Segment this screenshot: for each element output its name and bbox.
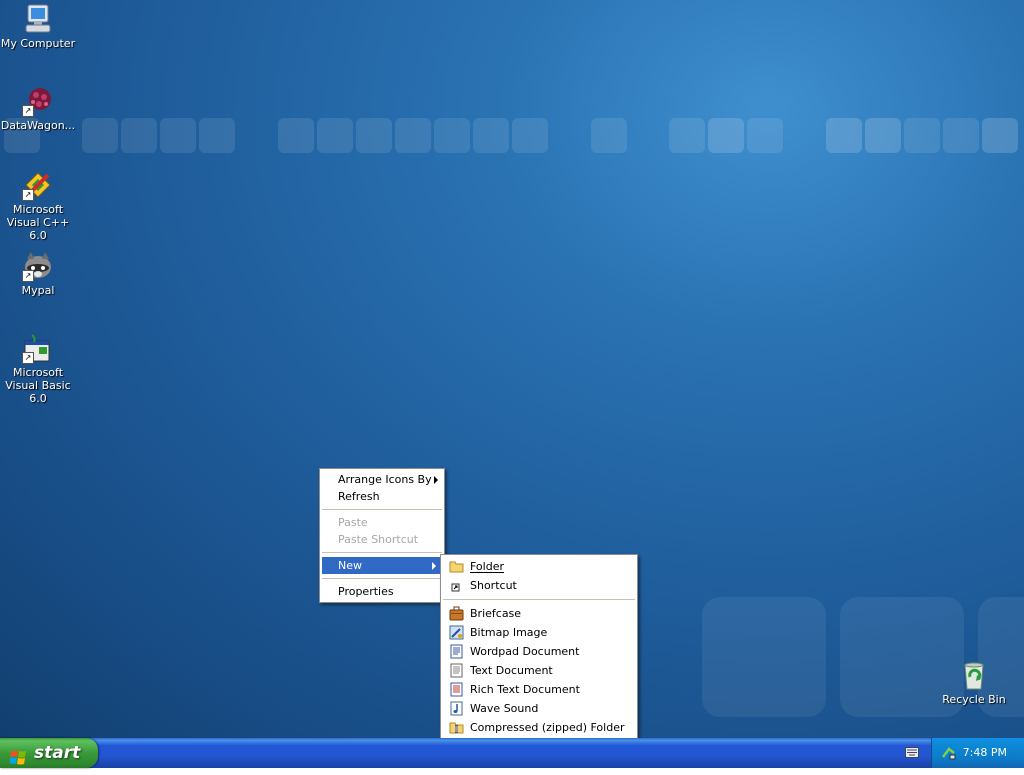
menu-item-label: Refresh [338, 490, 380, 503]
bitmap-icon [449, 625, 464, 640]
shortcut-arrow-icon: ↗ [22, 189, 34, 201]
desktop-icon-label: My Computer [0, 37, 76, 50]
wallpaper-tile [826, 118, 862, 153]
new-item-label: Rich Text Document [470, 683, 580, 696]
wallpaper-tile [356, 118, 392, 153]
new-item-text-document[interactable]: Text Document [441, 661, 637, 680]
keyboard-icon[interactable] [905, 747, 919, 758]
new-item-label: Folder [470, 560, 504, 573]
desktop-icon-recycle-bin[interactable]: Recycle Bin [936, 659, 1012, 706]
new-item-label: Compressed (zipped) Folder [470, 721, 625, 734]
new-item-rich-text-document[interactable]: Rich Text Document [441, 680, 637, 699]
new-item-wave-sound[interactable]: Wave Sound [441, 699, 637, 718]
wallpaper-tile [669, 118, 705, 153]
desktop-icon-datawagon[interactable]: ↗ DataWagon... [0, 85, 76, 132]
recycle-bin-icon [958, 659, 990, 691]
menu-item-label: Paste [338, 516, 368, 529]
submenu-arrow-icon [432, 562, 436, 570]
zip-folder-icon [449, 720, 464, 735]
safely-remove-hardware-icon[interactable] [941, 745, 957, 761]
wallpaper-tile [865, 118, 901, 153]
desktop-icon-label: Microsoft Visual C++ 6.0 [6, 203, 70, 242]
wallpaper-tile [904, 118, 940, 153]
wallpaper-tile [317, 118, 353, 153]
wallpaper-tile [160, 118, 196, 153]
submenu-arrow-icon [434, 476, 438, 484]
wallpaper-tile [395, 118, 431, 153]
wallpaper-tile [702, 597, 826, 717]
desktop-icon-label: Recycle Bin [942, 693, 1006, 706]
shortcut-arrow-icon: ↗ [22, 270, 34, 282]
menu-separator [322, 578, 442, 579]
wallpaper-tile [434, 118, 470, 153]
new-item-shortcut[interactable]: Shortcut [441, 576, 637, 595]
windows-flag-icon [9, 745, 27, 765]
rich-text-icon [449, 682, 464, 697]
datawagon-icon: ↗ [22, 85, 54, 117]
wallpaper-tile [121, 118, 157, 153]
wallpaper-tile [473, 118, 509, 153]
text-document-icon [449, 663, 464, 678]
my-computer-icon [22, 3, 54, 35]
menu-separator [443, 599, 635, 600]
new-item-label: Text Document [470, 664, 553, 677]
wallpaper-tile [82, 118, 118, 153]
menu-item-label: Arrange Icons By [338, 473, 432, 486]
menu-item-new[interactable]: New [322, 557, 442, 574]
menu-separator [322, 552, 442, 553]
menu-item-arrange-icons-by[interactable]: Arrange Icons By [320, 471, 444, 488]
new-item-bitmap-image[interactable]: Bitmap Image [441, 623, 637, 642]
desktop-icon-visual-basic[interactable]: ↗ Microsoft Visual Basic 6.0 [0, 332, 76, 405]
new-item-label: Shortcut [470, 579, 517, 592]
shortcut-icon [449, 578, 464, 593]
wallpaper-tile [747, 118, 783, 153]
clock[interactable]: 7:48 PM [963, 746, 1007, 759]
menu-item-label: New [338, 559, 362, 572]
menu-item-label: Paste Shortcut [338, 533, 419, 546]
desktop-icon-my-computer[interactable]: My Computer [0, 3, 76, 50]
desktop-icon-label: DataWagon... [0, 119, 76, 132]
wallpaper-tile [708, 118, 744, 153]
desktop-icon-mypal[interactable]: ↗ Mypal [0, 250, 76, 297]
wave-sound-icon [449, 701, 464, 716]
new-item-wordpad-document[interactable]: Wordpad Document [441, 642, 637, 661]
menu-item-properties[interactable]: Properties [320, 583, 444, 600]
new-item-briefcase[interactable]: Briefcase [441, 604, 637, 623]
new-item-label: Wordpad Document [470, 645, 580, 658]
system-tray: 7:48 PM [931, 738, 1024, 768]
new-item-label: Wave Sound [470, 702, 539, 715]
wordpad-icon [449, 644, 464, 659]
wallpaper-tile [982, 118, 1018, 153]
menu-separator [322, 509, 442, 510]
mypal-raccoon-icon: ↗ [22, 250, 54, 282]
menu-item-label: Properties [338, 585, 394, 598]
folder-icon [449, 559, 464, 574]
briefcase-icon [449, 606, 464, 621]
desktop-icon-label: Mypal [21, 284, 55, 297]
shortcut-arrow-icon: ↗ [22, 352, 34, 364]
new-item-label: Briefcase [470, 607, 522, 620]
wallpaper-tile [943, 118, 979, 153]
start-label: start [34, 743, 81, 763]
visual-basic-icon: ↗ [22, 332, 54, 364]
menu-item-paste: Paste [320, 514, 444, 531]
new-item-compressed-folder[interactable]: Compressed (zipped) Folder [441, 718, 637, 737]
wallpaper-tile [591, 118, 627, 153]
new-submenu: Folder Shortcut Briefcase Bitmap Image W… [440, 554, 638, 738]
desktop-icon-label: Microsoft Visual Basic 6.0 [5, 366, 71, 405]
menu-item-paste-shortcut: Paste Shortcut [320, 531, 444, 548]
wallpaper-tile [512, 118, 548, 153]
shortcut-arrow-icon: ↗ [22, 105, 34, 117]
new-item-label: Bitmap Image [470, 626, 548, 639]
desktop-context-menu: Arrange Icons By Refresh Paste Paste Sho… [319, 468, 445, 603]
wallpaper-tile [278, 118, 314, 153]
new-item-folder[interactable]: Folder [441, 557, 637, 576]
wallpaper-tile [199, 118, 235, 153]
desktop-icon-visual-cpp[interactable]: ↗ Microsoft Visual C++ 6.0 [0, 169, 76, 242]
menu-item-refresh[interactable]: Refresh [320, 488, 444, 505]
start-button[interactable]: start [0, 738, 98, 768]
visual-cpp-icon: ↗ [22, 169, 54, 201]
desktop[interactable]: My Computer ↗ DataWagon... ↗ Microsoft V… [0, 0, 1024, 738]
taskbar[interactable]: start 7:48 PM [0, 738, 1024, 768]
